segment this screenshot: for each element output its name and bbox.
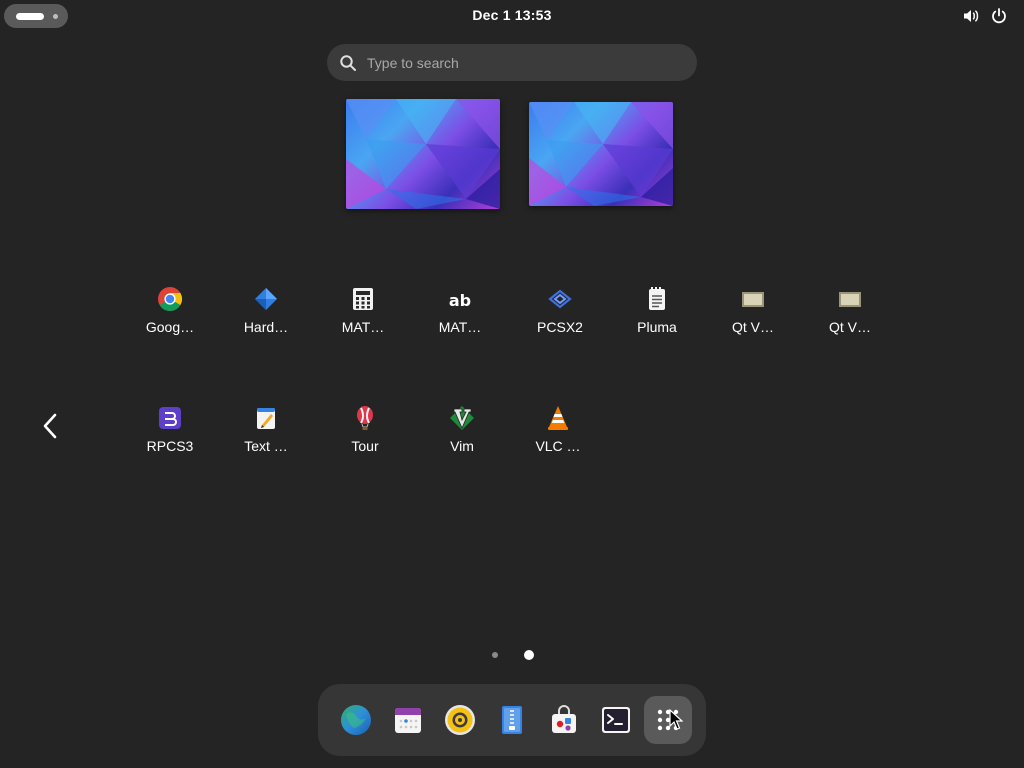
- app-vlc[interactable]: VLC …: [510, 394, 606, 474]
- app-label: Qt V…: [731, 319, 774, 335]
- app-pcsx2[interactable]: PCSX2: [512, 275, 608, 355]
- qt-app-icon: [742, 292, 764, 307]
- dock-show-apps[interactable]: [644, 696, 692, 744]
- dock-document-viewer[interactable]: [488, 696, 536, 744]
- app-text-editor[interactable]: Text …: [218, 394, 314, 474]
- dock: [318, 684, 706, 756]
- app-google-chrome[interactable]: Goog…: [122, 275, 218, 355]
- app-label: Goog…: [145, 319, 195, 335]
- software-store-icon: [552, 705, 576, 733]
- search-bar[interactable]: [327, 44, 697, 81]
- chrome-icon: [158, 287, 183, 312]
- calendar-icon: [395, 708, 421, 733]
- dock-calendar[interactable]: [384, 696, 432, 744]
- page-indicator-2[interactable]: [524, 650, 534, 660]
- app-label: VLC …: [535, 438, 581, 454]
- app-qt-v-2[interactable]: Qt V…: [802, 275, 898, 355]
- pluma-icon: [649, 287, 665, 310]
- top-bar: Dec 1 13:53: [0, 0, 1024, 32]
- music-player-icon: [445, 705, 475, 735]
- calculator-icon: [353, 288, 373, 310]
- app-label: PCSX2: [537, 319, 583, 335]
- volume-icon[interactable]: [962, 7, 980, 25]
- workspace-wallpaper: [346, 99, 500, 209]
- dock-browser[interactable]: [332, 696, 380, 744]
- page-indicator-1[interactable]: [492, 652, 498, 658]
- browser-icon: [341, 705, 371, 735]
- rpcs3-icon: [159, 407, 181, 429]
- app-label: Text …: [244, 438, 288, 454]
- text-editor-icon: [257, 408, 275, 429]
- app-label: Qt V…: [828, 319, 871, 335]
- workspace-wallpaper: [529, 102, 673, 206]
- workspace-thumbnail-2[interactable]: [529, 102, 673, 206]
- search-input[interactable]: [367, 44, 677, 81]
- app-label: MAT…: [341, 319, 385, 335]
- dock-terminal[interactable]: [592, 696, 640, 744]
- clock[interactable]: Dec 1 13:53: [0, 7, 1024, 23]
- app-label: Tour: [351, 438, 379, 454]
- search-icon: [340, 55, 356, 71]
- app-mate-calculator[interactable]: MAT…: [315, 275, 411, 355]
- power-icon[interactable]: [990, 7, 1008, 25]
- app-tour[interactable]: Tour: [317, 394, 413, 474]
- pcsx2-icon: [548, 289, 572, 309]
- hardinfo-icon: [255, 288, 277, 310]
- app-hardinfo[interactable]: Hard…: [218, 275, 314, 355]
- character-map-icon: ab: [449, 291, 471, 310]
- previous-page-arrow-icon[interactable]: [36, 410, 64, 442]
- qt-app-icon: [839, 292, 861, 307]
- mouse-cursor-icon: [669, 709, 683, 730]
- dock-software-store[interactable]: [540, 696, 588, 744]
- app-vim[interactable]: Vim: [414, 394, 510, 474]
- app-qt-v-1[interactable]: Qt V…: [705, 275, 801, 355]
- vim-icon: [450, 406, 474, 430]
- app-mate-character-map[interactable]: ab MAT…: [412, 275, 508, 355]
- app-pluma[interactable]: Pluma: [609, 275, 705, 355]
- tour-icon: [357, 406, 373, 430]
- app-label: MAT…: [438, 319, 482, 335]
- terminal-icon: [602, 707, 630, 733]
- document-viewer-icon: [502, 706, 522, 734]
- dock-music-player[interactable]: [436, 696, 484, 744]
- svg-text:ab: ab: [449, 291, 471, 310]
- vlc-icon: [548, 406, 568, 430]
- app-label: Vim: [450, 438, 474, 454]
- app-label: RPCS3: [146, 438, 194, 454]
- app-rpcs3[interactable]: RPCS3: [122, 394, 218, 474]
- app-label: Hard…: [243, 319, 289, 335]
- app-label: Pluma: [637, 319, 677, 335]
- app-overview-screen: Dec 1 13:53 Type to search Goog… Hard… M…: [0, 0, 1024, 768]
- workspace-thumbnail-1[interactable]: [346, 99, 500, 209]
